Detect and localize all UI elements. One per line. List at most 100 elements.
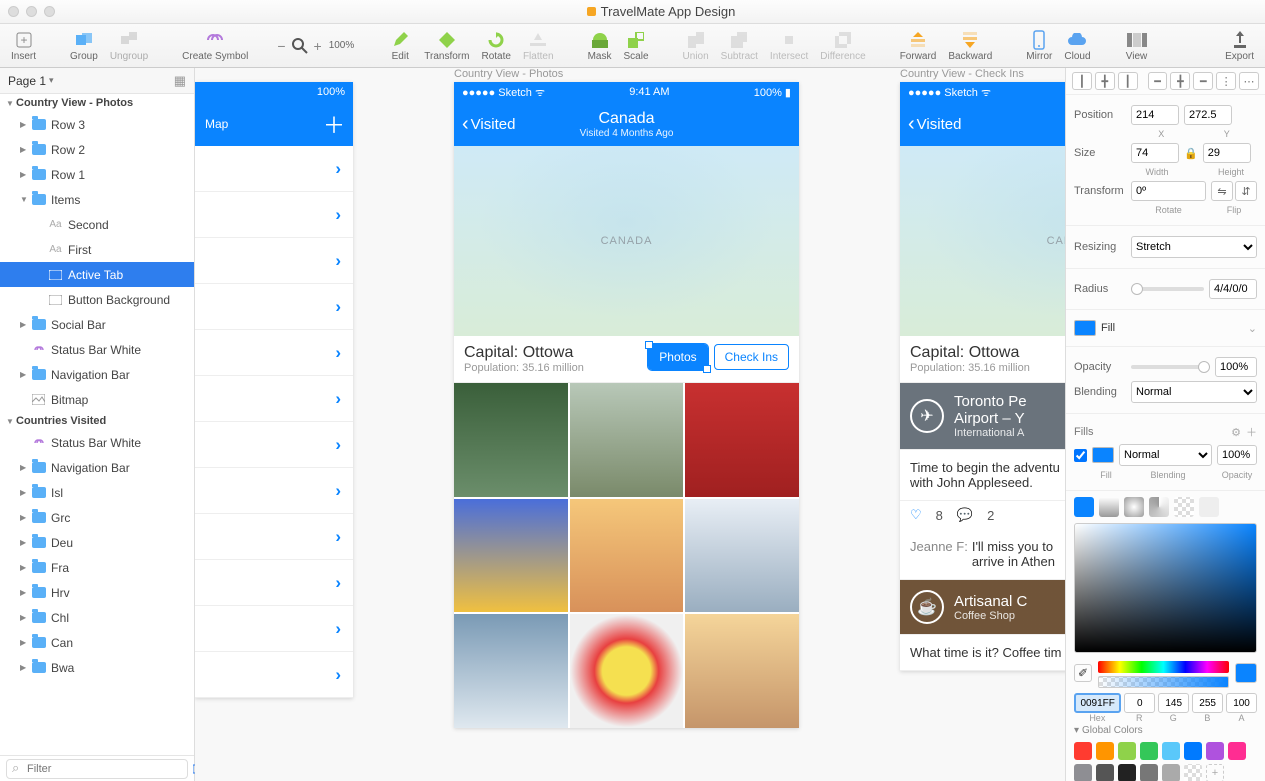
layer-country-folder[interactable]: ▶Fra [0,555,194,580]
view-button[interactable]: View [1120,30,1154,62]
global-colors-header[interactable]: ▾Global Colors [1074,723,1257,738]
flatten-button[interactable]: Flatten [518,30,559,62]
color-swatch[interactable] [1206,742,1224,760]
minimize-window-icon[interactable] [26,6,37,17]
artboard-country-photos[interactable]: ●●●●● Sketch ᯤ 9:41 AM 100% ▮ ‹Visited C… [454,82,799,728]
add-color-button[interactable]: + [1206,764,1224,781]
opacity-input[interactable] [1215,357,1257,377]
fill-opacity-input[interactable] [1217,445,1257,465]
artboard-header-2[interactable]: ▼Countries Visited [0,412,194,430]
transform-button[interactable]: Transform [419,30,474,62]
radius-slider[interactable] [1131,287,1204,291]
flip-h-button[interactable]: ⇋ [1211,181,1233,201]
fill-type-pattern[interactable] [1174,497,1194,517]
g-input[interactable] [1158,693,1189,713]
artboard-country-checkins[interactable]: ●●●●● Sketch ᯤ ‹Visited C CANADA Capital… [900,82,1065,671]
plus-icon[interactable]: ＋ [1246,424,1257,440]
transparent-swatch[interactable] [1184,764,1202,781]
b-input[interactable] [1192,693,1223,713]
rotate-input[interactable] [1131,181,1206,201]
gear-icon[interactable]: ⚙ [1231,426,1241,439]
fill-blend-select[interactable]: Normal [1119,444,1212,466]
cloud-button[interactable]: Cloud [1059,30,1095,62]
color-swatch[interactable] [1140,764,1158,781]
hex-input[interactable] [1074,693,1121,713]
filter-input[interactable] [6,759,188,779]
height-input[interactable] [1203,143,1251,163]
lock-icon[interactable]: 🔒 [1184,147,1198,160]
layer-country-folder[interactable]: ▶Chl [0,605,194,630]
export-button[interactable]: Export [1220,30,1259,62]
mask-button[interactable]: Mask [583,30,617,62]
eyedropper-button[interactable]: ✐ [1074,664,1092,682]
difference-button[interactable]: Difference [815,30,870,62]
canvas[interactable]: 100% xMap＋ ››› ››› ››› ››› Country View … [195,68,1065,781]
group-button[interactable]: Group [65,30,103,62]
page-selector[interactable]: Page 1▾ ▦ [0,68,194,94]
mirror-button[interactable]: Mirror [1021,30,1057,62]
fill-type-angular[interactable] [1149,497,1169,517]
color-swatch[interactable] [1184,742,1202,760]
align-top-button[interactable]: ━ [1148,72,1168,90]
layer-btn-bg[interactable]: Button Background [0,287,194,312]
blending-select[interactable]: Normal [1131,381,1257,403]
layer-navbar[interactable]: ▶Navigation Bar [0,362,194,387]
layer-country-folder[interactable]: ▶Deu [0,530,194,555]
layer-country-folder[interactable]: ▶Grc [0,505,194,530]
width-input[interactable] [1131,143,1179,163]
tab-checkins[interactable]: Check Ins [714,344,789,370]
layer-bitmap[interactable]: ▶Bitmap [0,387,194,412]
union-button[interactable]: Union [678,30,714,62]
color-swatch[interactable] [1118,764,1136,781]
align-bottom-button[interactable]: ━ [1193,72,1213,90]
fill-enable-checkbox[interactable] [1074,449,1087,462]
rotate-button[interactable]: Rotate [476,30,515,62]
layer-row-folder[interactable]: ▶Row 2 [0,137,194,162]
fill-color-swatch[interactable] [1092,447,1114,463]
distribute-v-button[interactable]: ⋯ [1239,72,1259,90]
zoom-window-icon[interactable] [44,6,55,17]
tab-photos[interactable]: Photos [648,344,707,370]
align-right-button[interactable]: ┃ [1118,72,1138,90]
color-swatch[interactable] [1074,742,1092,760]
layer-navbar-2[interactable]: ▶Navigation Bar [0,455,194,480]
color-swatch[interactable] [1162,742,1180,760]
color-swatch[interactable] [1140,742,1158,760]
layer-status-white-2[interactable]: ▶Status Bar White [0,430,194,455]
color-swatch[interactable] [1228,742,1246,760]
distribute-h-button[interactable]: ⋮ [1216,72,1236,90]
position-x-input[interactable] [1131,105,1179,125]
zoom-control[interactable]: − + [277,36,321,56]
fill-type-noise[interactable] [1199,497,1219,517]
color-swatch[interactable] [1162,764,1180,781]
intersect-button[interactable]: Intersect [765,30,813,62]
color-swatch[interactable] [1096,764,1114,781]
close-window-icon[interactable] [8,6,19,17]
layer-items[interactable]: ▼Items [0,187,194,212]
layer-country-folder[interactable]: ▶Hrv [0,580,194,605]
layer-country-folder[interactable]: ▶Can [0,630,194,655]
subtract-button[interactable]: Subtract [716,30,763,62]
insert-button[interactable]: +Insert [6,30,41,62]
backward-button[interactable]: Backward [943,30,997,62]
scale-button[interactable]: Scale [619,30,654,62]
fill-type-linear[interactable] [1099,497,1119,517]
artboard-label[interactable]: Country View - Check Ins [900,68,1024,80]
fill-swatch[interactable] [1074,320,1096,336]
layer-active-tab[interactable]: Active Tab [0,262,194,287]
artboard-header[interactable]: ▼Country View - Photos [0,94,194,112]
r-input[interactable] [1124,693,1155,713]
position-y-input[interactable] [1184,105,1232,125]
a-input[interactable] [1226,693,1257,713]
resizing-select[interactable]: Stretch [1131,236,1257,258]
layer-row-folder[interactable]: ▶Row 1 [0,162,194,187]
chevron-down-icon[interactable]: ⌄ [1248,322,1257,335]
ungroup-button[interactable]: Ungroup [105,30,153,62]
hue-slider[interactable] [1098,661,1229,673]
align-left-button[interactable]: ┃ [1072,72,1092,90]
layer-country-folder[interactable]: ▶Isl [0,480,194,505]
fill-type-solid[interactable] [1074,497,1094,517]
flip-v-button[interactable]: ⇵ [1235,181,1257,201]
color-field[interactable] [1074,523,1257,653]
color-swatch[interactable] [1074,764,1092,781]
